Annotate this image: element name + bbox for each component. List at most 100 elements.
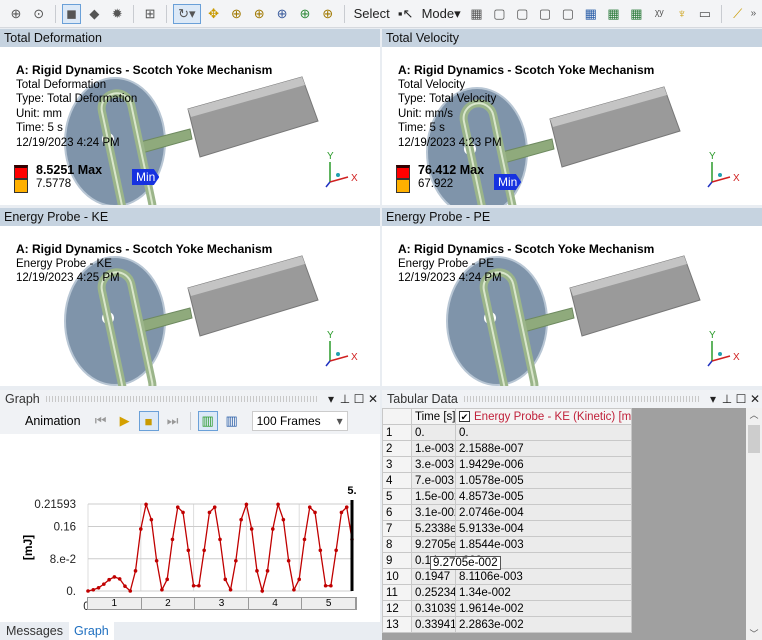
ke-cell[interactable]: 1.9429e-006 [455,456,632,473]
pin-icon[interactable]: ⊥ [720,390,734,408]
ke-cell[interactable]: 5.9133e-004 [455,520,632,537]
time-cell[interactable]: 3.1e-002 [411,504,456,521]
row-number[interactable]: 11 [382,584,412,601]
row-number[interactable]: 7 [382,520,412,537]
mode-dropdown[interactable]: Mode▾ [419,6,464,22]
row-number[interactable]: 1 [382,424,412,441]
table-row[interactable]: 11 0.25234 1.34e-002 [382,584,632,601]
row-number[interactable]: 9 [382,552,412,569]
time-cell[interactable]: 3.e-003 [411,456,456,473]
viewport-total-deformation[interactable]: Total Deformation A: Rigid Dynamics - Sc… [0,29,380,205]
scroll-down-icon[interactable]: ﹀ [746,627,762,640]
select-mode-icon[interactable]: ▪↖ [396,4,416,24]
time-cell[interactable]: 0. [411,424,456,441]
distributed-frames-icon[interactable]: ▥ [197,411,218,431]
step-cell[interactable]: 3 [195,598,249,609]
ke-cell[interactable]: 2.2863e-002 [455,616,632,633]
column-header-time[interactable]: Time [s] [411,408,456,425]
drag-grip[interactable] [45,396,318,402]
previous-frame-icon[interactable]: ⏮ [91,411,111,431]
time-cell[interactable]: 0.31039 [411,600,456,617]
maximize-icon[interactable]: ☐ [352,390,366,408]
drag-grip[interactable] [463,396,700,402]
zoom-fit-icon[interactable]: ⊕ [6,4,26,24]
select-button[interactable]: Select [351,6,393,21]
ke-chart[interactable]: 0.1.2.3.4.5.0.8.e-20.160.21593[s][mJ]5. [0,436,380,616]
table-row[interactable]: 2 1.e-003 2.1588e-007 [382,440,632,457]
shaded-view-icon[interactable]: ◼ [61,3,82,24]
maximize-icon[interactable]: ☐ [734,390,748,408]
table-row[interactable]: 3 3.e-003 1.9429e-006 [382,456,632,473]
overflow-icon[interactable]: » [751,8,757,19]
ke-cell[interactable]: 1.34e-002 [455,584,632,601]
dropdown-icon[interactable]: ▾ [706,390,720,408]
select-node-icon[interactable]: ▢ [558,4,578,24]
scroll-up-icon[interactable]: ︿ [746,408,762,421]
ke-checkbox[interactable]: ✔ [459,410,470,422]
step-cell[interactable]: 5 [302,598,356,609]
rotate-icon[interactable]: ↻▾ [172,3,201,24]
select-element-icon[interactable]: ▦ [581,4,601,24]
show-vertices-icon[interactable]: ✹ [107,4,127,24]
row-number[interactable]: 5 [382,488,412,505]
select-vertex-icon[interactable]: ▢ [512,4,532,24]
time-cell[interactable]: 7.e-003 [411,472,456,489]
select-mesh-icon[interactable]: ▦ [626,4,646,24]
zoom-in-icon[interactable]: ⊕ [227,4,247,24]
row-number[interactable]: 3 [382,456,412,473]
close-icon[interactable]: ✕ [366,390,380,408]
ke-cell[interactable]: 2.0746e-004 [455,504,632,521]
ke-cell[interactable]: 0. [455,424,632,441]
chart-icon[interactable]: ⟋ [728,4,748,24]
row-number[interactable]: 12 [382,600,412,617]
select-face-icon[interactable]: ▦ [467,4,487,24]
play-icon[interactable]: ▶ [115,411,135,431]
select-body-icon[interactable]: ▢ [535,4,555,24]
pin-icon[interactable]: ⊥ [338,390,352,408]
ke-cell[interactable]: 4.8573e-005 [455,488,632,505]
ke-cell[interactable]: 1.8544e-003 [455,536,632,553]
vertical-scrollbar[interactable]: ︿ ﹀ [746,408,762,640]
row-number[interactable]: 2 [382,440,412,457]
tab-graph[interactable]: Graph [68,622,114,640]
row-number[interactable]: 10 [382,568,412,585]
ke-cell[interactable]: 2.1588e-007 [455,440,632,457]
tab-messages[interactable]: Messages [0,622,69,640]
table-row[interactable]: 7 5.2338e 5.9133e-004 [382,520,632,537]
column-header-ke[interactable]: ✔ Energy Probe - KE (Kinetic) [mJ] [455,408,632,425]
box-zoom-icon[interactable]: ⊕ [272,4,292,24]
frames-dropdown[interactable]: 100 Frames ▾ [251,411,348,431]
table-row[interactable]: 4 7.e-003 1.0578e-005 [382,472,632,489]
close-icon[interactable]: ✕ [748,390,762,408]
time-cell[interactable]: 1.5e-002 [411,488,456,505]
probe-icon[interactable]: ♆ [672,4,692,24]
zoom-icon[interactable]: ⊙ [29,4,49,24]
ke-cell[interactable]: 1.9614e-002 [455,600,632,617]
ke-cell[interactable]: 8.1106e-003 [455,568,632,585]
table-row[interactable]: 12 0.31039 1.9614e-002 [382,600,632,617]
row-number[interactable]: 13 [382,616,412,633]
viewport-energy-probe-ke[interactable]: Energy Probe - KE A: Rigid Dynamics - Sc… [0,208,380,386]
step-cell[interactable]: 1 [88,598,142,609]
viewport-energy-probe-pe[interactable]: Energy Probe - PE A: Rigid Dynamics - Sc… [382,208,762,386]
time-cell[interactable]: 0.1947 [411,568,456,585]
table-row[interactable]: 51.5e-0024.8573e-005 [382,488,632,505]
ke-cell[interactable]: 1.0578e-005 [455,472,632,489]
wireframe-view-icon[interactable]: ◆ [84,4,104,24]
table-row[interactable]: 13 0.33941 2.2863e-002 [382,616,632,633]
zoom-to-fit-icon[interactable]: ⊕ [295,4,315,24]
row-number[interactable]: 4 [382,472,412,489]
box-zoom-icon[interactable]: ⊞ [140,4,160,24]
dropdown-icon[interactable]: ▾ [324,390,338,408]
time-cell[interactable]: 9.2705e [411,536,456,553]
time-cell[interactable]: 0.33941 [411,616,456,633]
time-cell[interactable]: 0.25234 [411,584,456,601]
coordinate-icon[interactable]: ᵡʸ [649,4,669,24]
table-row[interactable]: 1 0. 0. [382,424,632,441]
time-cell[interactable]: 1.e-003 [411,440,456,457]
table-row[interactable]: 10 0.1947 8.1106e-003 [382,568,632,585]
magnifier-icon[interactable]: ⊕ [318,4,338,24]
table-row[interactable]: 63.1e-0022.0746e-004 [382,504,632,521]
table-row[interactable]: 90.14-003 [382,552,632,569]
label-icon[interactable]: ▭ [695,4,715,24]
